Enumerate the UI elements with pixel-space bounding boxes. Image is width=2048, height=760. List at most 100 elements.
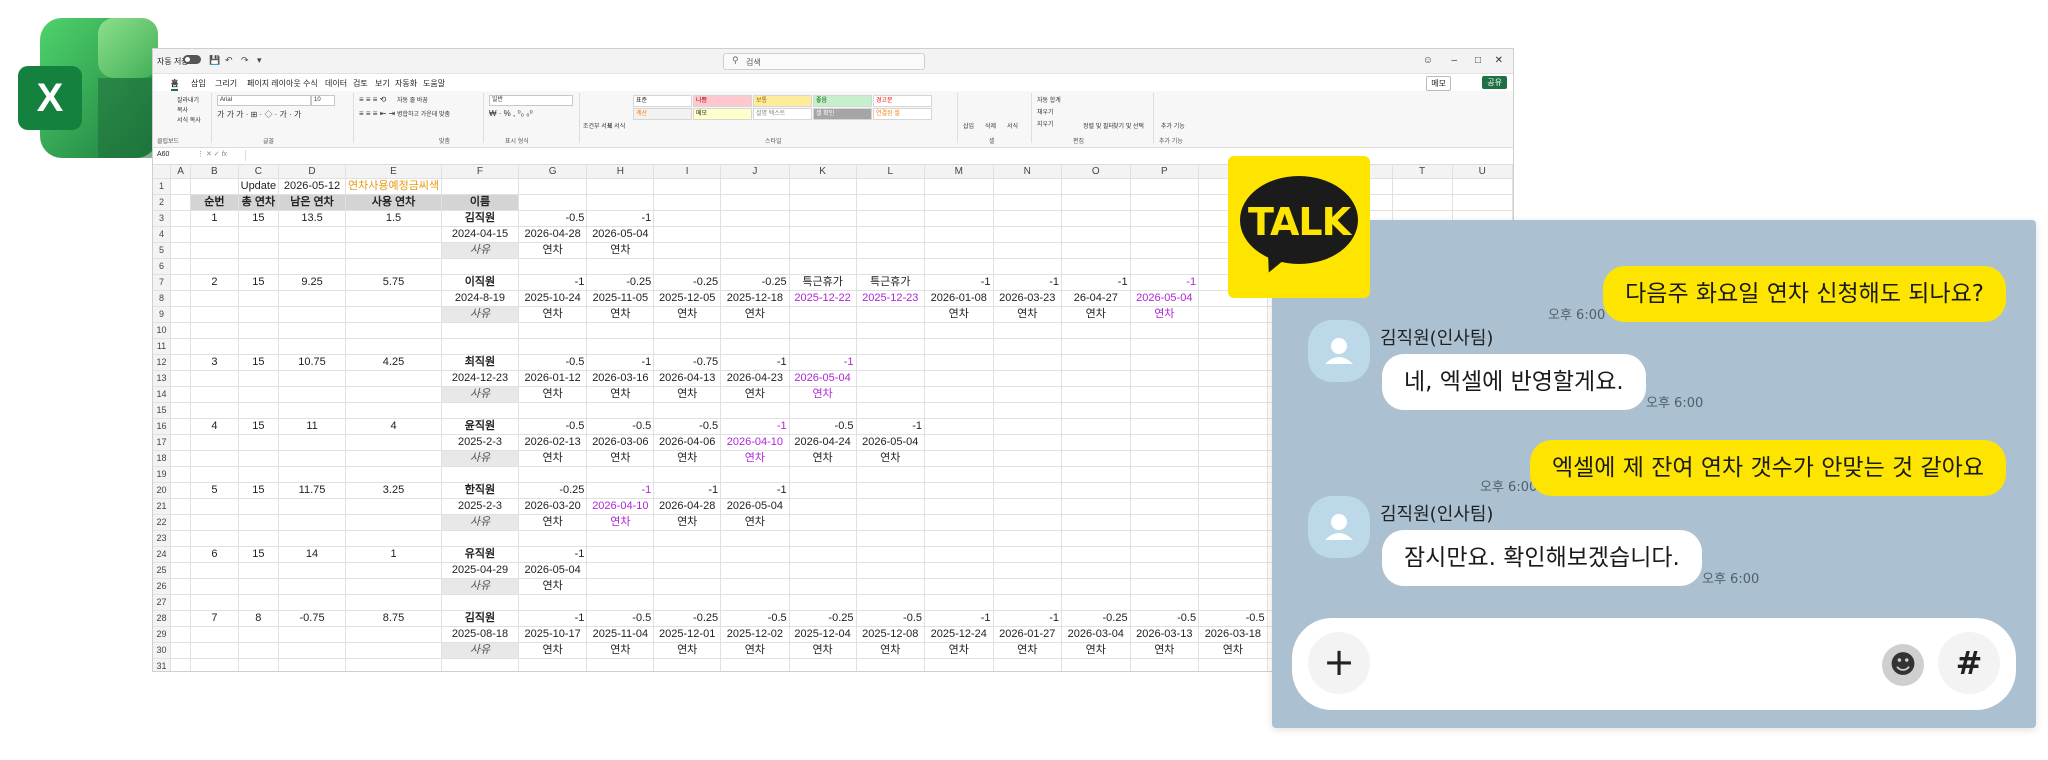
cell[interactable]: [586, 658, 655, 671]
cell[interactable]: [993, 562, 1063, 579]
search-box[interactable]: ⚲ 검색: [723, 53, 925, 70]
cell[interactable]: [190, 338, 239, 355]
cell[interactable]: [1130, 322, 1200, 339]
cell[interactable]: [190, 594, 239, 611]
cell[interactable]: [993, 322, 1063, 339]
cell[interactable]: [993, 658, 1063, 671]
cell[interactable]: [345, 370, 443, 387]
cell[interactable]: [924, 594, 994, 611]
cell[interactable]: -1: [518, 546, 588, 563]
cell[interactable]: 2026-03-20: [518, 498, 588, 515]
cell[interactable]: [190, 226, 239, 243]
column-header[interactable]: M: [924, 165, 994, 179]
cell[interactable]: 2026-04-10: [586, 498, 655, 515]
cell[interactable]: [789, 242, 857, 259]
cell[interactable]: 연차: [993, 306, 1063, 323]
cell[interactable]: [993, 514, 1063, 531]
cell[interactable]: [720, 594, 790, 611]
cell[interactable]: [278, 594, 346, 611]
cell[interactable]: [1198, 306, 1268, 323]
cell[interactable]: -0.25: [653, 274, 722, 291]
account-icon[interactable]: ☺: [1423, 55, 1433, 66]
cell[interactable]: [1061, 402, 1131, 419]
column-header[interactable]: O: [1061, 165, 1131, 179]
cell[interactable]: [924, 386, 994, 403]
cell[interactable]: [170, 434, 192, 451]
cell[interactable]: [856, 178, 926, 195]
cell[interactable]: 2025-12-08: [856, 626, 926, 643]
cell[interactable]: [1130, 546, 1200, 563]
cell[interactable]: 8: [238, 610, 280, 627]
row-header[interactable]: 13: [153, 370, 171, 387]
cell[interactable]: [170, 226, 192, 243]
cell[interactable]: [1130, 370, 1200, 387]
column-header[interactable]: I: [653, 165, 722, 179]
cell[interactable]: [170, 322, 192, 339]
cell[interactable]: [993, 482, 1063, 499]
fill-button[interactable]: 채우기: [1037, 107, 1054, 116]
cell[interactable]: 연차: [1130, 306, 1200, 323]
cell[interactable]: [278, 242, 346, 259]
cell[interactable]: [190, 642, 239, 659]
cell[interactable]: [170, 466, 192, 483]
cell[interactable]: [238, 242, 280, 259]
cell[interactable]: [993, 498, 1063, 515]
cell[interactable]: [789, 578, 857, 595]
cell[interactable]: 사유: [441, 514, 519, 531]
cell[interactable]: [518, 338, 588, 355]
cell[interactable]: [1061, 466, 1131, 483]
cell[interactable]: [170, 210, 192, 227]
cell[interactable]: [278, 642, 346, 659]
cell[interactable]: [1198, 482, 1268, 499]
cell[interactable]: [278, 434, 346, 451]
cell[interactable]: [1392, 194, 1453, 211]
cell[interactable]: 11: [278, 418, 346, 435]
cell[interactable]: [586, 402, 655, 419]
cell[interactable]: [441, 178, 519, 195]
cell[interactable]: [993, 386, 1063, 403]
cell[interactable]: [856, 386, 926, 403]
cell[interactable]: 8.75: [345, 610, 443, 627]
cell[interactable]: [789, 466, 857, 483]
cell[interactable]: [924, 258, 994, 275]
hashtag-icon[interactable]: #: [1938, 632, 2000, 694]
cell[interactable]: 연차: [789, 386, 857, 403]
plus-icon[interactable]: +: [1308, 632, 1370, 694]
cell[interactable]: [518, 658, 588, 671]
row-header[interactable]: 17: [153, 434, 171, 451]
cell[interactable]: 2025-10-17: [518, 626, 588, 643]
cell[interactable]: [1130, 210, 1200, 227]
cell[interactable]: 특근휴가: [789, 274, 857, 291]
cell[interactable]: [856, 242, 926, 259]
cell[interactable]: [238, 306, 280, 323]
cell[interactable]: [993, 578, 1063, 595]
cell[interactable]: [1061, 226, 1131, 243]
row-header[interactable]: 3: [153, 210, 171, 227]
cell[interactable]: [924, 194, 994, 211]
cell[interactable]: 1: [345, 546, 443, 563]
cell[interactable]: [720, 530, 790, 547]
cell[interactable]: 2024-8-19: [441, 290, 519, 307]
row-header[interactable]: 10: [153, 322, 171, 339]
cell[interactable]: [653, 530, 722, 547]
cell[interactable]: [345, 242, 443, 259]
select-all-corner[interactable]: [153, 165, 171, 179]
cell[interactable]: [170, 498, 192, 515]
cell[interactable]: [586, 178, 655, 195]
cell[interactable]: 2025-11-05: [586, 290, 655, 307]
cell[interactable]: [1061, 546, 1131, 563]
cell[interactable]: [1130, 386, 1200, 403]
cell[interactable]: 사유: [441, 306, 519, 323]
cell[interactable]: [856, 530, 926, 547]
cell[interactable]: [1452, 178, 1513, 195]
cell[interactable]: [856, 226, 926, 243]
cell[interactable]: [1198, 546, 1268, 563]
row-header[interactable]: 22: [153, 514, 171, 531]
cell[interactable]: [170, 546, 192, 563]
cell[interactable]: [345, 530, 443, 547]
column-header[interactable]: T: [1392, 165, 1453, 179]
cell[interactable]: [789, 210, 857, 227]
cell[interactable]: [924, 482, 994, 499]
cell[interactable]: [856, 194, 926, 211]
cell[interactable]: 사유: [441, 578, 519, 595]
